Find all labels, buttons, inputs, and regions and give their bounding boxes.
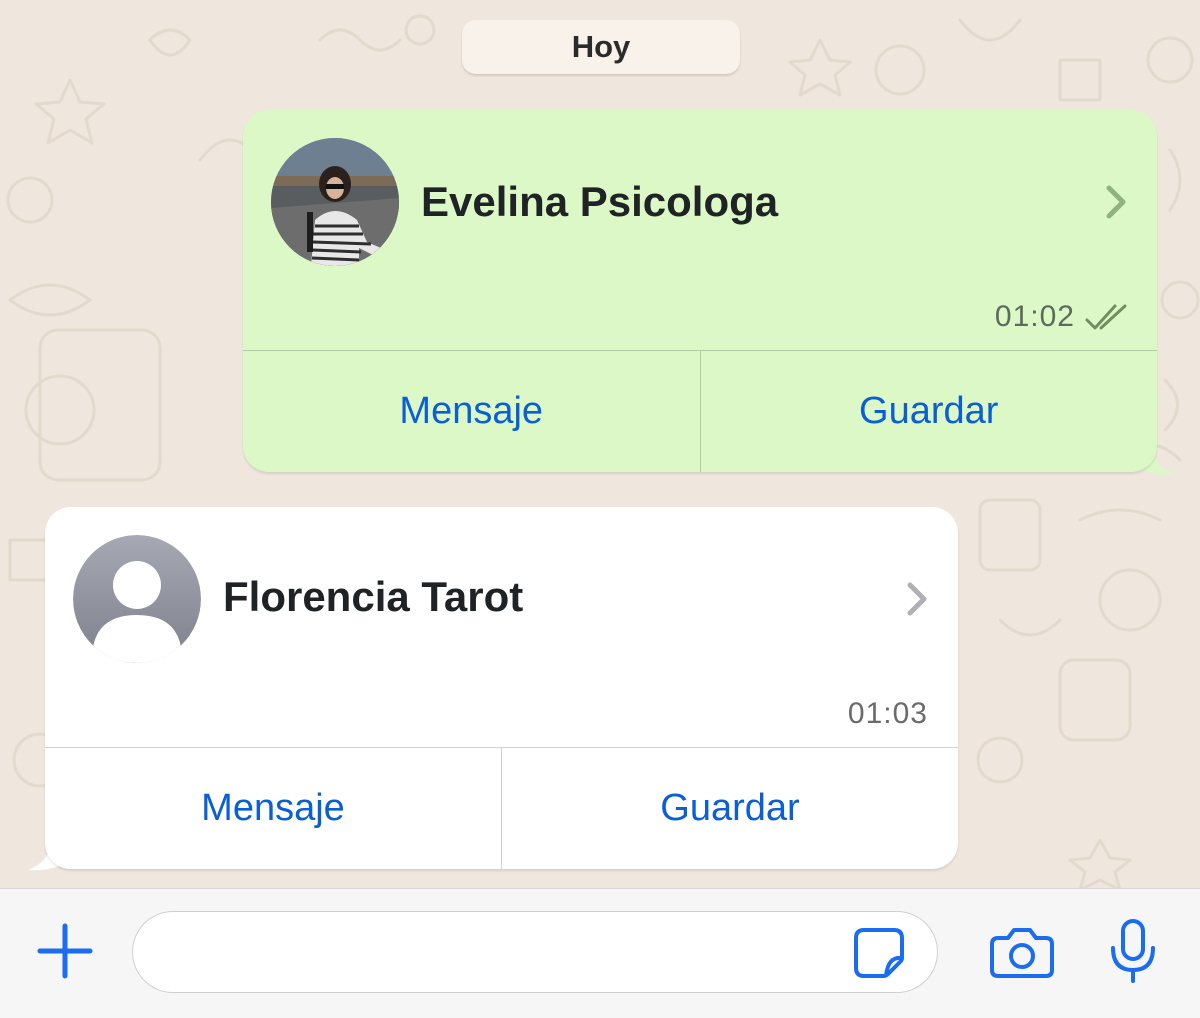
default-person-avatar [73,535,201,663]
contact-photo-avatar [271,138,399,266]
double-check-icon [1085,304,1127,330]
contact-name: Florencia Tarot [223,573,524,620]
message-time: 01:03 [847,697,928,730]
contact-row[interactable]: Evelina Psicologa 01:02 [243,110,1157,350]
microphone-icon[interactable] [1108,918,1158,984]
plus-icon[interactable] [36,922,94,980]
save-contact-button[interactable]: Guardar [699,351,1158,472]
save-contact-button[interactable]: Guardar [501,748,958,869]
message-time: 01:02 [994,300,1075,333]
incoming-contact-card[interactable]: Florencia Tarot 01:03 Mensaje Guardar [45,507,958,869]
contact-actions: Mensaje Guardar [243,350,1157,472]
chevron-right-icon[interactable] [1103,182,1129,222]
camera-icon[interactable] [990,924,1054,980]
contact-actions: Mensaje Guardar [45,747,958,869]
contact-name: Evelina Psicologa [421,178,779,225]
date-separator: Hoy [462,20,740,74]
message-text-input[interactable] [132,911,938,993]
chat-area[interactable]: Hoy Evelina Psicologa 01:02 Mensaje Guar… [0,0,1200,888]
sticker-icon[interactable] [852,926,906,980]
message-contact-button[interactable]: Mensaje [45,748,501,869]
message-contact-button[interactable]: Mensaje [243,351,700,472]
chevron-right-icon[interactable] [904,579,930,619]
outgoing-contact-card[interactable]: Evelina Psicologa 01:02 Mensaje Guardar [243,110,1157,472]
contact-row[interactable]: Florencia Tarot 01:03 [45,507,958,747]
